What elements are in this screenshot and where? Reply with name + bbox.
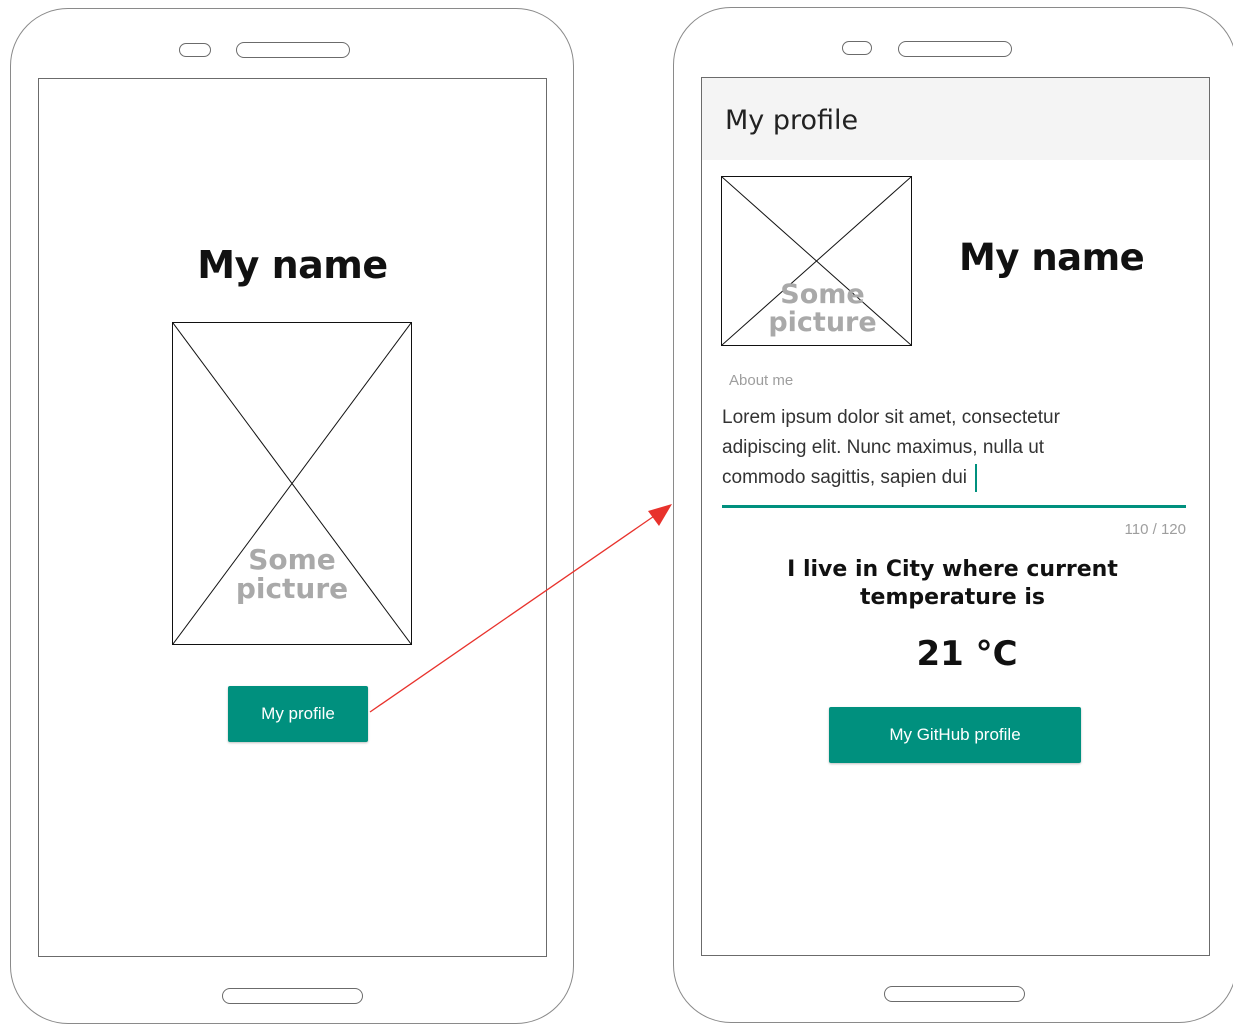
app-bar: My profile	[702, 78, 1209, 160]
phone-frame-right: My profile Some picture My name About me…	[673, 7, 1233, 1023]
speaker-slot	[236, 42, 350, 58]
about-me-underline	[722, 505, 1186, 508]
picture-placeholder-label: Some picture	[173, 545, 411, 604]
picture-label-line1: Some	[248, 543, 336, 576]
screen-left: My name Some picture My profile	[38, 78, 547, 957]
camera-icon	[179, 43, 211, 57]
speaker-slot	[898, 41, 1012, 57]
city-temperature-text: I live in City where current temperature…	[787, 557, 1118, 610]
my-profile-button[interactable]: My profile	[228, 686, 368, 742]
screen-right: My profile Some picture My name About me…	[701, 77, 1210, 956]
about-me-textarea[interactable]: Lorem ipsum dolor sit amet, consectetur …	[722, 403, 1122, 493]
page-title: My profile	[725, 105, 859, 136]
profile-picture-placeholder: Some picture	[721, 176, 912, 346]
about-me-label: About me	[729, 372, 794, 389]
picture-placeholder-label: Some picture	[728, 279, 917, 339]
temperature-value: 21 °C	[916, 634, 1018, 674]
home-button[interactable]	[884, 986, 1025, 1002]
picture-label-line2: picture	[768, 307, 877, 339]
phone-frame-left: My name Some picture My profile	[10, 8, 574, 1024]
name-heading: My name	[959, 236, 1145, 279]
about-me-text: Lorem ipsum dolor sit amet, consectetur …	[722, 407, 1060, 488]
profile-picture-placeholder: Some picture	[172, 322, 412, 645]
home-button[interactable]	[222, 988, 363, 1004]
name-heading: My name	[197, 243, 388, 287]
picture-label-line1: Some	[780, 279, 865, 310]
text-cursor	[975, 463, 978, 492]
picture-label-line2: picture	[235, 572, 349, 606]
github-profile-button[interactable]: My GitHub profile	[829, 707, 1081, 763]
camera-icon	[842, 41, 872, 55]
character-counter: 110 / 120	[1124, 521, 1186, 538]
